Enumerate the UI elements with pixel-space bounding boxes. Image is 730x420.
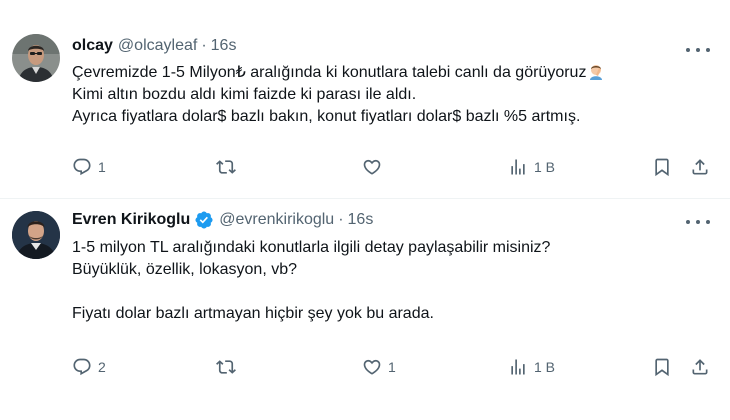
tweet-text-line (72, 281, 712, 303)
reply-count: 1 (98, 159, 106, 175)
tweet-text-line: Büyüklük, özellik, lokasyon, vb? (72, 261, 297, 278)
display-name[interactable]: olcay (72, 37, 113, 55)
tweet-text-line: Çevremizde 1-5 Milyon₺ aralığında ki kon… (72, 62, 712, 84)
heart-icon (362, 157, 382, 177)
views-button[interactable]: 1 B (508, 355, 555, 379)
timestamp[interactable]: 16s (348, 211, 374, 229)
views-button[interactable]: 1 B (508, 155, 555, 179)
more-icon[interactable] (686, 40, 710, 60)
user-handle[interactable]: @olcayleaf (118, 37, 197, 55)
avatar[interactable] (12, 211, 60, 259)
like-button[interactable]: 1 (362, 355, 396, 379)
share-button[interactable] (690, 155, 710, 179)
tweet-actions: 2 1 1 B (0, 355, 730, 379)
timestamp[interactable]: 16s (211, 37, 237, 55)
verified-badge-icon (194, 210, 214, 230)
bookmark-icon (652, 157, 672, 177)
reply-icon (72, 357, 92, 377)
man-facepalming-emoji (587, 62, 605, 80)
like-count: 1 (388, 359, 396, 375)
retweet-icon (216, 157, 236, 177)
bookmark-button[interactable] (652, 155, 672, 179)
share-button[interactable] (690, 355, 710, 379)
avatar[interactable] (12, 34, 60, 82)
views-icon (508, 157, 528, 177)
tweet-text-line: Kimi altın bozdu aldı kimi faizde ki par… (72, 86, 417, 103)
bookmark-button[interactable] (652, 355, 672, 379)
views-icon (508, 357, 528, 377)
tweet-evren[interactable]: Evren Kirikoglu @evrenkirikoglu · 16s 1-… (0, 199, 730, 420)
like-button[interactable] (362, 155, 388, 179)
tweet-text-line: Fiyatı dolar bazlı artmayan hiçbir şey y… (72, 305, 434, 322)
retweet-icon (216, 357, 236, 377)
retweet-button[interactable] (216, 155, 242, 179)
tweet-text-line: Ayrıca fiyatlara dolar$ bazlı bakın, kon… (72, 108, 581, 125)
tweet-text: 1-5 milyon TL aralığındaki konutlarla il… (72, 237, 712, 325)
share-icon (690, 157, 710, 177)
tweet-header: Evren Kirikoglu @evrenkirikoglu · 16s (72, 210, 373, 230)
bookmark-icon (652, 357, 672, 377)
display-name[interactable]: Evren Kirikoglu (72, 211, 190, 229)
reply-icon (72, 157, 92, 177)
more-icon[interactable] (686, 212, 710, 232)
heart-icon (362, 357, 382, 377)
separator-dot: · (338, 211, 344, 228)
tweet-text: Çevremizde 1-5 Milyon₺ aralığında ki kon… (72, 62, 712, 128)
tweet-text-line: 1-5 milyon TL aralığındaki konutlarla il… (72, 239, 551, 256)
retweet-button[interactable] (216, 355, 242, 379)
reply-count: 2 (98, 359, 106, 375)
tweet-header: olcay @olcayleaf · 16s (72, 37, 236, 55)
tweet-actions: 1 1 B (0, 155, 730, 179)
share-icon (690, 357, 710, 377)
view-count: 1 B (534, 159, 556, 175)
view-count: 1 B (534, 359, 556, 375)
user-handle[interactable]: @evrenkirikoglu (219, 211, 334, 229)
separator-dot: · (201, 37, 207, 54)
reply-button[interactable]: 2 (72, 355, 106, 379)
reply-button[interactable]: 1 (72, 155, 106, 179)
tweet-olcay[interactable]: olcay @olcayleaf · 16s Çevremizde 1-5 Mi… (0, 0, 730, 199)
